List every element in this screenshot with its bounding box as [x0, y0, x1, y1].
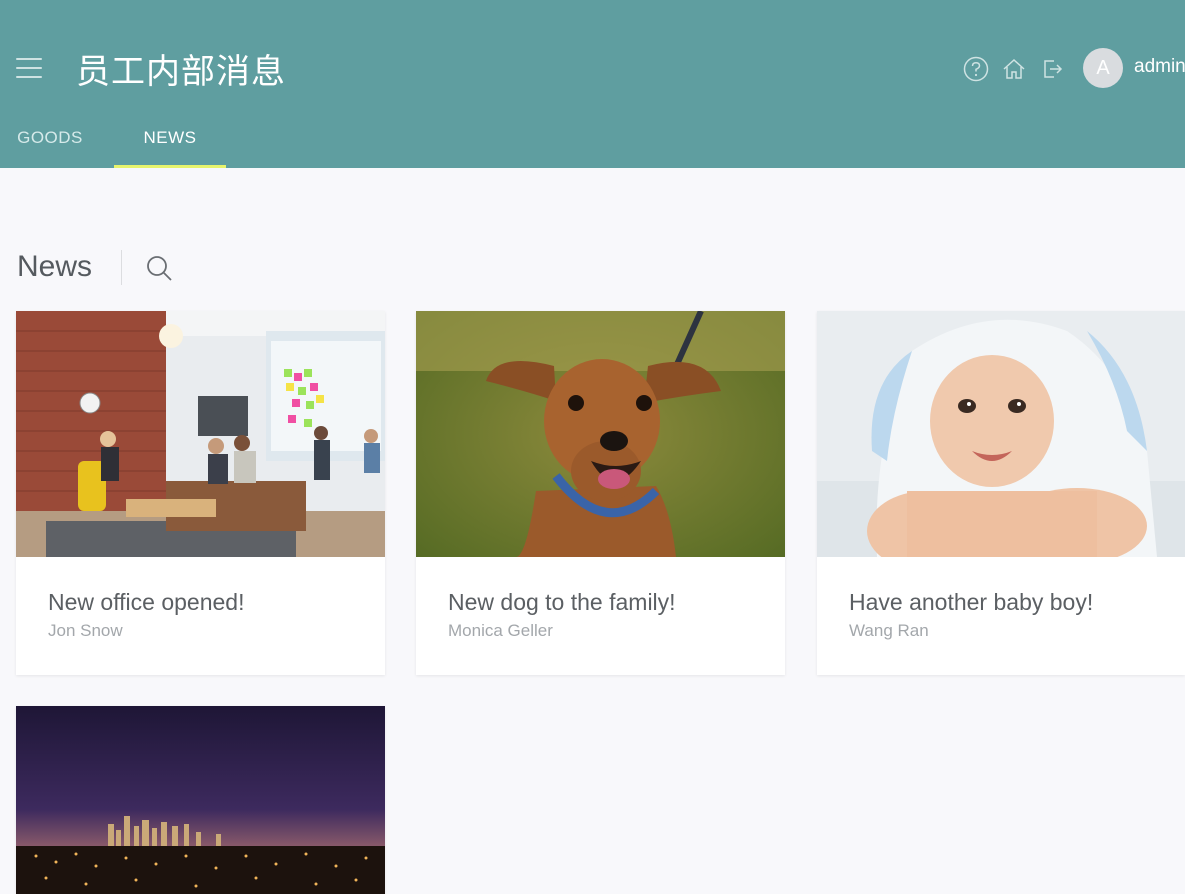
news-card[interactable]: New office opened! Jon Snow [16, 311, 385, 675]
news-author: Wang Ran [849, 621, 929, 640]
divider [121, 250, 122, 285]
city-night-skyline-photo [16, 706, 385, 894]
menu-icon[interactable] [16, 58, 42, 80]
app-title: 员工内部消息 [76, 52, 286, 92]
tab-goods[interactable]: GOODS [0, 118, 100, 168]
tab-news[interactable]: NEWS [114, 118, 226, 168]
news-card[interactable] [16, 706, 385, 894]
search-icon[interactable] [145, 254, 173, 282]
brown-dog-photo [416, 311, 785, 557]
app-header: 员工内部消息 A admin GOODS NEWS [0, 0, 1185, 168]
logout-icon[interactable] [1040, 56, 1066, 82]
news-title: New dog to the family! [448, 589, 676, 615]
news-card[interactable]: New dog to the family! Monica Geller [416, 311, 785, 675]
baby-in-towel-photo [817, 311, 1185, 557]
tab-bar: GOODS NEWS [0, 118, 600, 168]
news-author: Monica Geller [448, 621, 553, 640]
news-card[interactable]: Have another baby boy! Wang Ran [817, 311, 1185, 675]
help-icon[interactable] [963, 56, 989, 82]
office-lounge-photo [16, 311, 385, 557]
username[interactable]: admin [1134, 56, 1185, 78]
news-title: New office opened! [48, 589, 245, 615]
avatar[interactable]: A [1083, 48, 1123, 88]
home-icon[interactable] [1001, 56, 1027, 82]
news-title: Have another baby boy! [849, 589, 1094, 615]
news-author: Jon Snow [48, 621, 123, 640]
page-title: News [17, 250, 93, 283]
